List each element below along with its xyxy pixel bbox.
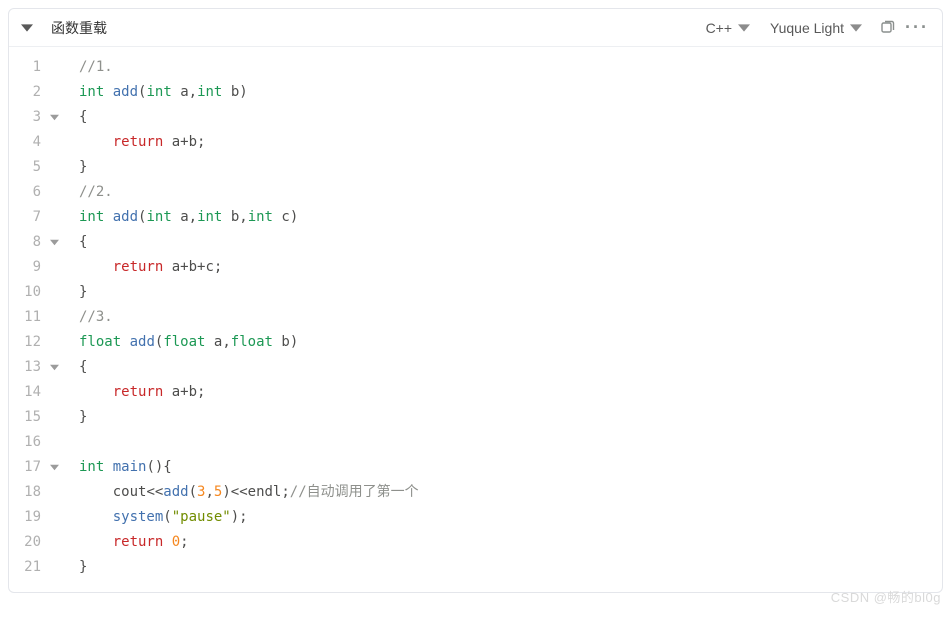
code-line[interactable]: {	[79, 355, 942, 380]
gutter-line: 20	[9, 530, 65, 555]
line-number: 18	[9, 480, 47, 505]
line-number: 11	[9, 305, 47, 330]
line-number: 13	[9, 355, 47, 380]
fold-toggle[interactable]	[47, 113, 61, 122]
code-line[interactable]: cout<<add(3,5)<<endl;//自动调用了第一个	[79, 480, 942, 505]
code-line[interactable]: return a+b+c;	[79, 255, 942, 280]
line-number: 1	[9, 55, 47, 80]
code-line[interactable]: }	[79, 405, 942, 430]
line-number: 8	[9, 230, 47, 255]
gutter-line: 19	[9, 505, 65, 530]
gutter-line: 10	[9, 280, 65, 305]
code-line[interactable]: //2.	[79, 180, 942, 205]
line-number: 9	[9, 255, 47, 280]
language-select[interactable]: C++	[696, 20, 760, 36]
gutter-line: 2	[9, 80, 65, 105]
code-title[interactable]: 函数重载	[41, 18, 107, 38]
gutter-line: 14	[9, 380, 65, 405]
code-line[interactable]: return a+b;	[79, 380, 942, 405]
code-editor: 函数重载 C++ Yuque Light ··· 123456789101112…	[8, 8, 943, 593]
line-number: 4	[9, 130, 47, 155]
code-line[interactable]: float add(float a,float b)	[79, 330, 942, 355]
code-line[interactable]: }	[79, 280, 942, 305]
gutter-line: 4	[9, 130, 65, 155]
fold-toggle[interactable]	[47, 463, 61, 472]
code-line[interactable]: {	[79, 230, 942, 255]
code-line[interactable]: }	[79, 555, 942, 580]
line-number: 5	[9, 155, 47, 180]
line-number: 3	[9, 105, 47, 130]
chevron-down-icon	[21, 22, 33, 34]
code-line[interactable]: return a+b;	[79, 130, 942, 155]
line-number: 19	[9, 505, 47, 530]
collapse-button[interactable]	[13, 22, 41, 34]
line-number: 21	[9, 555, 47, 580]
gutter-line: 21	[9, 555, 65, 580]
fold-toggle[interactable]	[47, 238, 61, 247]
line-number: 10	[9, 280, 47, 305]
line-gutter: 123456789101112131415161718192021	[9, 55, 65, 580]
gutter-line: 15	[9, 405, 65, 430]
gutter-line: 7	[9, 205, 65, 230]
gutter-line: 8	[9, 230, 65, 255]
code-line[interactable]: }	[79, 155, 942, 180]
line-number: 14	[9, 380, 47, 405]
gutter-line: 6	[9, 180, 65, 205]
gutter-line: 18	[9, 480, 65, 505]
more-button[interactable]: ···	[902, 13, 932, 43]
code-line[interactable]: int main(){	[79, 455, 942, 480]
editor-header: 函数重载 C++ Yuque Light ···	[9, 9, 942, 47]
gutter-line: 17	[9, 455, 65, 480]
code-line[interactable]: //1.	[79, 55, 942, 80]
gutter-line: 12	[9, 330, 65, 355]
line-number: 2	[9, 80, 47, 105]
copy-button[interactable]	[872, 13, 902, 43]
theme-label: Yuque Light	[770, 20, 844, 36]
gutter-line: 1	[9, 55, 65, 80]
gutter-line: 11	[9, 305, 65, 330]
gutter-line: 16	[9, 430, 65, 455]
theme-select[interactable]: Yuque Light	[760, 20, 872, 36]
code-line[interactable]: system("pause");	[79, 505, 942, 530]
line-number: 7	[9, 205, 47, 230]
fold-toggle[interactable]	[47, 363, 61, 372]
code-line[interactable]: int add(int a,int b)	[79, 80, 942, 105]
code-line[interactable]: {	[79, 105, 942, 130]
watermark: CSDN @畅的bl0g	[8, 587, 943, 606]
line-number: 20	[9, 530, 47, 555]
code-area[interactable]: 123456789101112131415161718192021 //1.in…	[9, 47, 942, 592]
code-line[interactable]	[79, 430, 942, 455]
line-number: 16	[9, 430, 47, 455]
code-content[interactable]: //1.int add(int a,int b){ return a+b;}//…	[65, 55, 942, 580]
language-label: C++	[706, 20, 732, 36]
line-number: 6	[9, 180, 47, 205]
copy-icon	[879, 20, 895, 36]
ellipsis-icon: ···	[905, 17, 929, 38]
code-line[interactable]: return 0;	[79, 530, 942, 555]
code-line[interactable]: int add(int a,int b,int c)	[79, 205, 942, 230]
gutter-line: 3	[9, 105, 65, 130]
gutter-line: 9	[9, 255, 65, 280]
chevron-down-icon	[850, 22, 862, 34]
chevron-down-icon	[738, 22, 750, 34]
gutter-line: 5	[9, 155, 65, 180]
gutter-line: 13	[9, 355, 65, 380]
line-number: 12	[9, 330, 47, 355]
line-number: 17	[9, 455, 47, 480]
line-number: 15	[9, 405, 47, 430]
code-line[interactable]: //3.	[79, 305, 942, 330]
